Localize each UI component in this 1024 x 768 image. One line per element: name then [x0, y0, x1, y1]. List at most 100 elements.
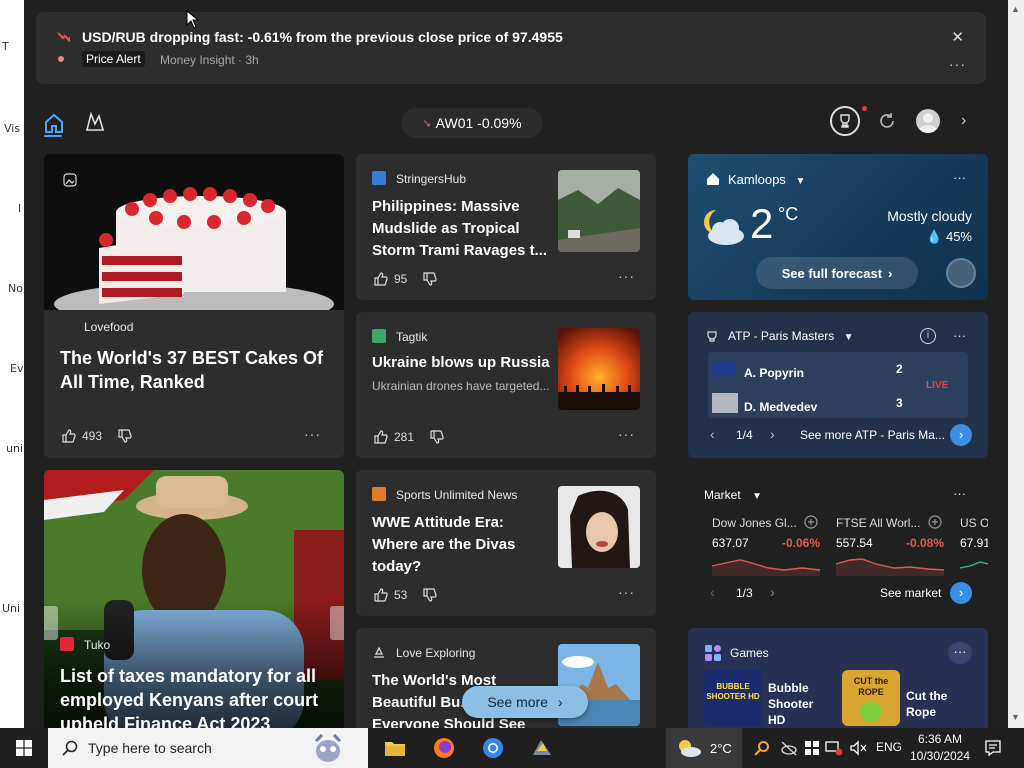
- add-watchlist-icon[interactable]: [928, 515, 942, 529]
- start-button[interactable]: [0, 728, 48, 768]
- next-icon[interactable]: ›: [770, 426, 775, 442]
- news-title[interactable]: List of taxes mandatory for all employed…: [60, 664, 332, 728]
- like-button[interactable]: 95: [374, 272, 437, 286]
- like-button[interactable]: 281: [374, 430, 444, 444]
- thumbs-down-icon[interactable]: [423, 588, 437, 602]
- windows-security-icon[interactable]: [804, 740, 820, 756]
- sports-widget[interactable]: ATP - Paris Masters ▼ i ··· A. Popyrin 2…: [688, 312, 988, 458]
- notification-center-icon[interactable]: [984, 739, 1002, 757]
- scroll-up-icon[interactable]: ▲: [1011, 4, 1020, 14]
- news-source[interactable]: Tagtik: [396, 330, 427, 344]
- more-options-icon[interactable]: ···: [953, 486, 966, 501]
- news-source[interactable]: StringersHub: [396, 172, 466, 186]
- more-options-icon[interactable]: ···: [953, 170, 966, 185]
- cloud-offline-icon[interactable]: [780, 740, 798, 756]
- thumbs-up-icon: [374, 588, 388, 602]
- search-highlight-icon[interactable]: [308, 731, 348, 765]
- arrow-right-icon[interactable]: ›: [950, 424, 972, 446]
- price-alert-notification[interactable]: USD/RUB dropping fast: -0.61% from the p…: [36, 12, 986, 84]
- news-card-philippines[interactable]: StringersHub Philippines: Massive Mudsli…: [356, 154, 656, 300]
- more-options-icon[interactable]: ···: [953, 328, 966, 343]
- user-icon: [919, 113, 937, 133]
- network-icon[interactable]: [825, 740, 843, 756]
- home-icon[interactable]: [44, 112, 64, 134]
- radar-map-icon[interactable]: [946, 258, 976, 288]
- scroll-down-icon[interactable]: ▼: [1011, 712, 1020, 722]
- add-watchlist-icon[interactable]: [804, 515, 818, 529]
- news-source[interactable]: Tuko: [84, 638, 110, 652]
- info-icon[interactable]: i: [920, 328, 936, 344]
- volume-icon[interactable]: [850, 740, 868, 756]
- unread-dot: [58, 56, 64, 62]
- see-more-button[interactable]: See more ›: [462, 686, 588, 718]
- more-options-icon[interactable]: ···: [618, 268, 635, 284]
- see-more-link[interactable]: See more ATP - Paris Ma...: [800, 428, 945, 442]
- taskbar-search[interactable]: [48, 728, 368, 768]
- market-ticker-pill[interactable]: ➘ AW01 -0.09%: [401, 108, 543, 138]
- games-title[interactable]: Games: [730, 646, 769, 660]
- carousel-next-icon[interactable]: [330, 606, 344, 640]
- news-title[interactable]: The World's 37 BEST Cakes Of All Time, R…: [60, 346, 330, 394]
- next-icon[interactable]: ›: [770, 584, 775, 600]
- market-item[interactable]: Dow Jones Gl... 637.07 -0.06%: [712, 515, 828, 576]
- more-options-icon[interactable]: ···: [948, 642, 972, 664]
- market-item[interactable]: US O 67.91: [960, 516, 988, 576]
- carousel-prev-icon[interactable]: [44, 606, 58, 640]
- news-title[interactable]: WWE Attitude Era: Where are the Divas to…: [372, 512, 552, 578]
- app-icon[interactable]: [528, 734, 556, 762]
- news-card-cakes[interactable]: Lovefood The World's 37 BEST Cakes Of Al…: [44, 154, 344, 458]
- tournament-title[interactable]: ATP - Paris Masters ▼: [728, 329, 854, 343]
- match-scoreboard[interactable]: A. Popyrin 2 D. Medvedev 3 LIVE: [708, 352, 968, 418]
- news-card-ukraine[interactable]: Tagtik Ukraine blows up Russia Ukrainian…: [356, 312, 656, 458]
- chrome-icon[interactable]: [479, 734, 507, 762]
- prev-icon[interactable]: ‹: [710, 584, 715, 600]
- prev-icon[interactable]: ‹: [710, 426, 715, 442]
- rewards-button[interactable]: [830, 106, 860, 136]
- market-item[interactable]: FTSE All Worl... 557.54 -0.08%: [836, 515, 952, 576]
- close-icon[interactable]: ✕: [951, 28, 964, 46]
- games-widget[interactable]: Games ··· BUBBLE SHOOTER HD Bubble Shoot…: [688, 628, 988, 728]
- market-title[interactable]: Market ▼: [704, 488, 762, 502]
- thumbs-down-icon[interactable]: [423, 272, 437, 286]
- news-card-kenya[interactable]: Tuko List of taxes mandatory for all emp…: [44, 470, 344, 728]
- chevron-right-icon[interactable]: ›: [961, 112, 966, 130]
- more-options-icon[interactable]: ···: [618, 426, 635, 442]
- language-indicator[interactable]: ENG: [876, 740, 902, 754]
- alert-badge: Price Alert: [82, 51, 145, 67]
- search-tray-icon[interactable]: [754, 740, 770, 756]
- market-widget[interactable]: Market ▼ ··· Dow Jones Gl... 637.07 -0.0…: [688, 470, 988, 616]
- weather-widget[interactable]: Kamloops ▼ ··· 2 °C Mostly cloudy 💧 45% …: [688, 154, 988, 300]
- sparkline: [836, 558, 945, 576]
- news-source[interactable]: Love Exploring: [396, 646, 475, 660]
- arrow-right-icon[interactable]: ›: [950, 582, 972, 604]
- news-title[interactable]: Philippines: Massive Mudslide as Tropica…: [372, 196, 552, 262]
- search-input[interactable]: [88, 738, 308, 758]
- more-options-icon[interactable]: ···: [618, 584, 635, 600]
- news-source[interactable]: Lovefood: [84, 320, 133, 334]
- money-icon[interactable]: [84, 111, 106, 133]
- news-source[interactable]: Sports Unlimited News: [396, 488, 517, 502]
- thumbs-down-icon[interactable]: [430, 430, 444, 444]
- desktop-scrollbar[interactable]: ▲ ▼: [1008, 0, 1024, 728]
- game-tile[interactable]: CUT the ROPE Cut the Rope: [842, 670, 972, 728]
- pager: 1/3: [736, 586, 753, 600]
- file-explorer-icon[interactable]: [381, 734, 409, 762]
- see-market-link[interactable]: See market: [880, 586, 941, 600]
- news-title[interactable]: Ukraine blows up Russia: [372, 352, 558, 374]
- taskbar-clock[interactable]: 6:36 AM 10/30/2024: [908, 731, 972, 765]
- more-options-icon[interactable]: ···: [949, 56, 966, 72]
- more-options-icon[interactable]: ···: [304, 426, 321, 442]
- see-forecast-button[interactable]: See full forecast ›: [756, 257, 918, 289]
- refresh-icon[interactable]: [878, 112, 896, 130]
- firefox-icon[interactable]: [430, 734, 458, 762]
- thumbs-up-icon: [374, 430, 388, 444]
- avatar[interactable]: [916, 109, 940, 133]
- weather-location[interactable]: Kamloops ▼: [728, 172, 805, 187]
- news-card-wwe[interactable]: Sports Unlimited News WWE Attitude Era: …: [356, 470, 656, 616]
- thumbs-down-icon[interactable]: [118, 429, 132, 443]
- game-tile[interactable]: BUBBLE SHOOTER HD Bubble Shooter HD: [704, 670, 828, 728]
- like-button[interactable]: 53: [374, 588, 437, 602]
- alert-title[interactable]: USD/RUB dropping fast: -0.61% from the p…: [82, 29, 563, 45]
- taskbar-weather[interactable]: 2°C: [666, 728, 742, 768]
- like-button[interactable]: 493: [62, 429, 132, 443]
